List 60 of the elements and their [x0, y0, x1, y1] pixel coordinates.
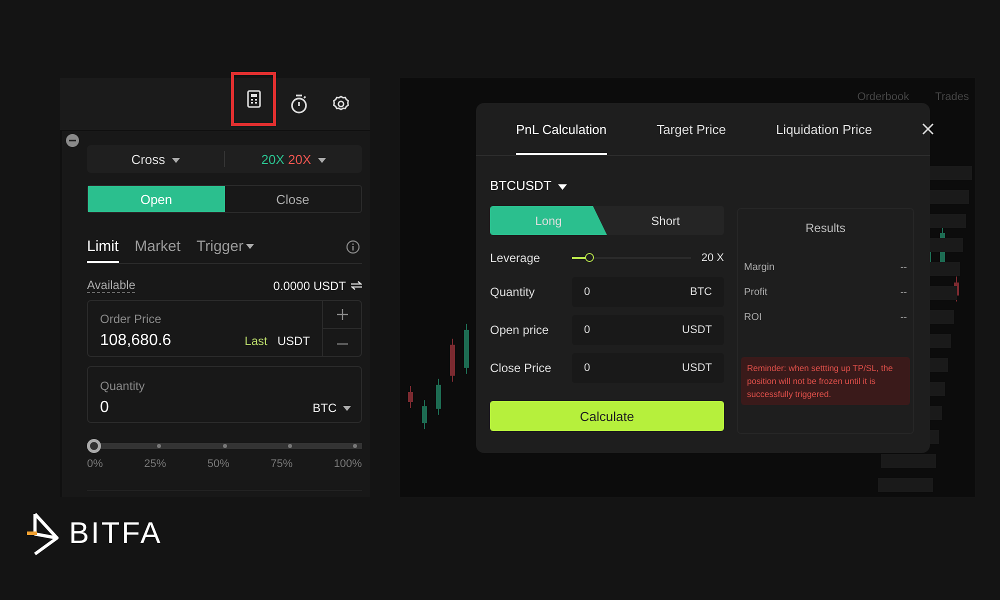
order-type-tab[interactable]: Limit	[87, 231, 119, 263]
field-label: Quantity	[490, 285, 536, 299]
result-value: --	[900, 312, 907, 323]
results-title: Results	[804, 221, 846, 235]
unit-label: USDT	[277, 334, 310, 348]
field-value: 0	[100, 399, 109, 417]
collapse-icon[interactable]	[66, 134, 79, 147]
leverage-label: Leverage	[490, 251, 542, 265]
order-type-tab[interactable]: Market	[134, 231, 181, 263]
calculate-button[interactable]: Calculate	[490, 401, 724, 431]
close-button[interactable]	[922, 123, 934, 135]
side-tab[interactable]: Close	[224, 186, 361, 212]
leverage-slider-thumb[interactable]	[584, 253, 594, 262]
leverage-dropdown[interactable]: 20X 20X	[225, 152, 362, 166]
calculator-tab[interactable]: Target Price	[656, 103, 726, 155]
leverage-reading: 20 X	[701, 252, 724, 264]
input-field[interactable]: 0 USDT	[572, 315, 724, 345]
field-label: Order Price	[100, 312, 162, 326]
direction-tab[interactable]: Short	[607, 206, 724, 235]
field-value: 108,680.6	[100, 332, 172, 350]
result-label: Profit	[744, 287, 768, 298]
slider-tick-label: 50%	[207, 458, 230, 470]
last-price-tag: Last	[244, 334, 268, 348]
calculator-icon	[246, 90, 262, 108]
margin-mode-dropdown[interactable]: Cross	[87, 152, 224, 166]
calculator-tab[interactable]: PnL Calculation	[516, 103, 607, 155]
input-field[interactable]: 0 USDT	[572, 353, 724, 383]
order-type-tab[interactable]: Trigger	[196, 231, 254, 263]
close-icon	[922, 123, 934, 135]
input-field[interactable]: 0 BTC	[572, 277, 724, 307]
field-label: Open price	[490, 323, 550, 337]
transfer-icon[interactable]	[351, 281, 362, 290]
caret-icon	[558, 184, 567, 190]
reminder-notice: Reminder: when settting up TP/SL, the position will not be frozen until it is successfully triggered.	[741, 357, 910, 406]
slider-tick-label: 75%	[270, 458, 293, 470]
calculator-tab[interactable]: Liquidation Price	[776, 103, 872, 155]
unit-dropdown[interactable]: BTC	[312, 401, 351, 415]
caret-icon	[318, 158, 326, 163]
info-icon[interactable]	[346, 240, 360, 254]
result-value: --	[900, 287, 907, 298]
symbol-dropdown[interactable]: BTCUSDT	[490, 178, 724, 193]
settings-icon	[332, 95, 350, 113]
caret-icon	[343, 406, 351, 412]
slider-tick-label: 0%	[87, 458, 103, 470]
percent-slider-thumb[interactable]	[87, 439, 101, 453]
stopwatch-icon	[290, 94, 308, 114]
result-label: ROI	[744, 312, 762, 323]
available-balance: 0.0000 USDT	[273, 278, 346, 292]
slider-tick-label: 100%	[334, 458, 362, 470]
result-label: Margin	[744, 262, 775, 273]
field-label: Close Price	[490, 361, 552, 375]
plus-icon	[336, 309, 348, 320]
brand-name: BITFA	[69, 517, 162, 551]
caret-icon	[172, 158, 180, 163]
slider-tick-label: 25%	[144, 458, 166, 470]
available-label: Available	[87, 278, 136, 293]
calculator-button[interactable]	[231, 72, 276, 126]
field-label: Quantity	[100, 379, 145, 393]
quantity-field[interactable]: Quantity 0 BTC	[87, 366, 362, 423]
result-value: --	[900, 262, 907, 273]
